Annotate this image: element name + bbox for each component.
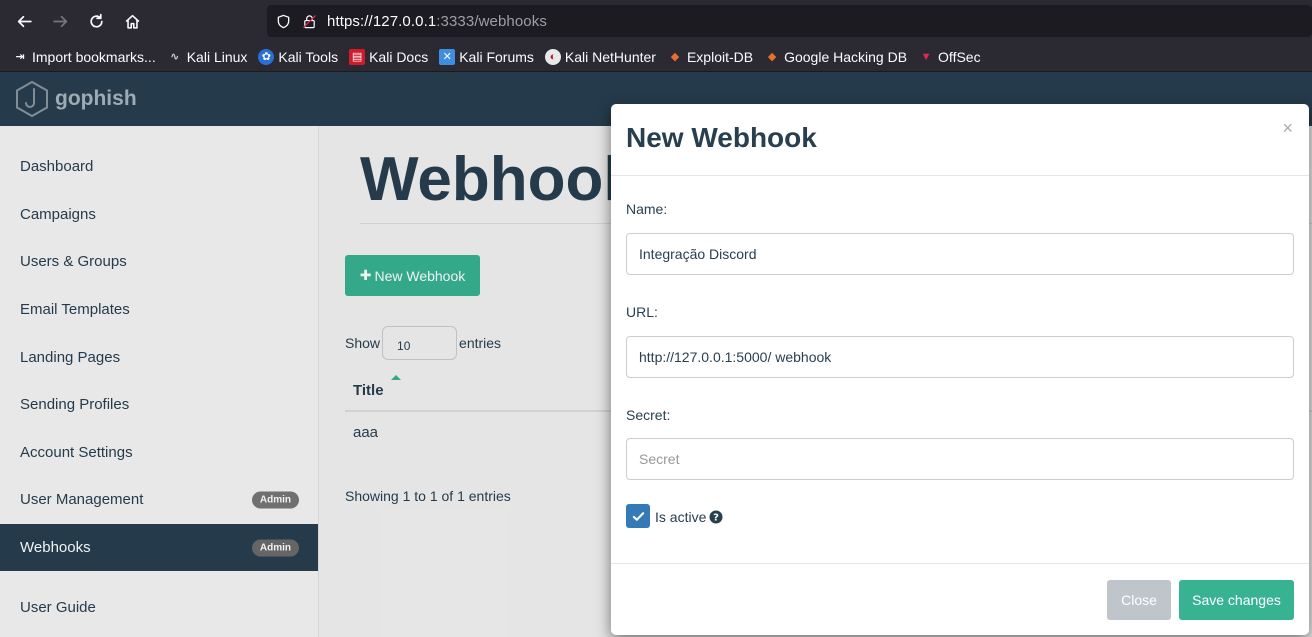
- import-icon: ⇥: [15, 51, 25, 63]
- bookmark-kali-docs[interactable]: ▤ Kali Docs: [349, 48, 429, 65]
- bookmark-kali-linux[interactable]: ∿ Kali Linux: [167, 48, 248, 65]
- kali-docs-icon: ▤: [349, 48, 366, 65]
- close-button[interactable]: Close: [1107, 580, 1171, 620]
- modal-title: New Webhook: [626, 122, 817, 153]
- back-button[interactable]: [6, 0, 42, 42]
- bookmark-label: Kali Docs: [369, 48, 429, 65]
- kali-forums-icon: ✕: [439, 48, 456, 65]
- browser-toolbar: https://127.0.0.1:3333/webhooks: [0, 0, 1312, 42]
- secret-placeholder: Secret: [639, 451, 680, 467]
- modal-header: New Webhook ×: [611, 104, 1309, 176]
- question-circle-icon[interactable]: ?: [709, 510, 723, 524]
- bookmark-exploit-db[interactable]: ◆ Exploit-DB: [667, 49, 753, 65]
- ghdb-icon: ◆: [767, 51, 777, 63]
- bookmark-kali-tools[interactable]: ✿ Kali Tools: [258, 48, 339, 65]
- url-value: http://127.0.0.1:5000/ webhook: [639, 349, 832, 365]
- reload-button[interactable]: [78, 0, 114, 42]
- bookmark-label: Exploit-DB: [686, 48, 754, 65]
- bookmark-label: Kali NetHunter: [564, 48, 656, 65]
- lock-warning-icon[interactable]: [301, 13, 317, 29]
- is-active-label[interactable]: Is active ?: [655, 509, 723, 525]
- is-active-checkbox[interactable]: [626, 504, 650, 528]
- forward-arrow-icon: [52, 15, 67, 27]
- new-webhook-modal: New Webhook × Name: Integração Discord U…: [611, 104, 1309, 635]
- close-icon[interactable]: ×: [1282, 118, 1293, 139]
- name-label: Name:: [626, 201, 668, 217]
- bookmark-ghdb[interactable]: ◆ Google Hacking DB: [764, 49, 907, 65]
- url-host: https://127.0.0.1: [327, 12, 437, 30]
- bookmark-label: Kali Linux: [186, 48, 248, 65]
- address-bar[interactable]: https://127.0.0.1:3333/webhooks: [267, 5, 1312, 37]
- kali-tools-icon: ✿: [258, 48, 275, 65]
- secret-label: Secret:: [626, 407, 671, 423]
- exploit-db-icon: ◆: [670, 51, 680, 63]
- home-icon: [125, 14, 139, 29]
- bookmark-label: Kali Forums: [459, 48, 534, 65]
- bookmark-label: Kali Tools: [278, 48, 339, 65]
- bookmark-offsec[interactable]: ▼ OffSec: [918, 49, 981, 65]
- bookmark-label: OffSec: [938, 48, 981, 65]
- shield-icon[interactable]: [275, 13, 291, 29]
- reload-icon: [89, 13, 103, 28]
- bookmark-import[interactable]: ⇥ Import bookmarks...: [12, 48, 156, 65]
- checkmark-icon: [632, 511, 644, 521]
- modal-footer: Close Save changes: [611, 563, 1309, 635]
- forward-button[interactable]: [42, 0, 78, 42]
- home-button[interactable]: [114, 0, 150, 42]
- bookmark-kali-forums[interactable]: ✕ Kali Forums: [439, 48, 534, 65]
- name-value: Integração Discord: [639, 246, 757, 262]
- bookmark-kali-nethunter[interactable]: ◐ Kali NetHunter: [544, 48, 656, 65]
- url-path: :3333/webhooks: [436, 12, 547, 30]
- secret-field[interactable]: Secret: [626, 438, 1294, 480]
- kali-nethunter-icon: ◐: [544, 48, 561, 65]
- offsec-icon: ▼: [920, 50, 932, 63]
- bookmark-label: Import bookmarks...: [32, 48, 156, 65]
- name-field[interactable]: Integração Discord: [626, 233, 1294, 275]
- url-label: URL:: [626, 304, 658, 320]
- is-active-text: Is active: [655, 509, 707, 525]
- back-arrow-icon: [17, 15, 32, 27]
- url-field[interactable]: http://127.0.0.1:5000/ webhook: [626, 336, 1294, 378]
- save-changes-button[interactable]: Save changes: [1179, 580, 1294, 620]
- bookmark-label: Google Hacking DB: [784, 48, 908, 65]
- svg-text:?: ?: [713, 513, 719, 524]
- url-text: https://127.0.0.1:3333/webhooks: [327, 13, 547, 30]
- kali-dragon-icon: ∿: [170, 51, 180, 63]
- bookmarks-bar: ⇥ Import bookmarks... ∿ Kali Linux ✿ Kali T…: [0, 42, 1312, 72]
